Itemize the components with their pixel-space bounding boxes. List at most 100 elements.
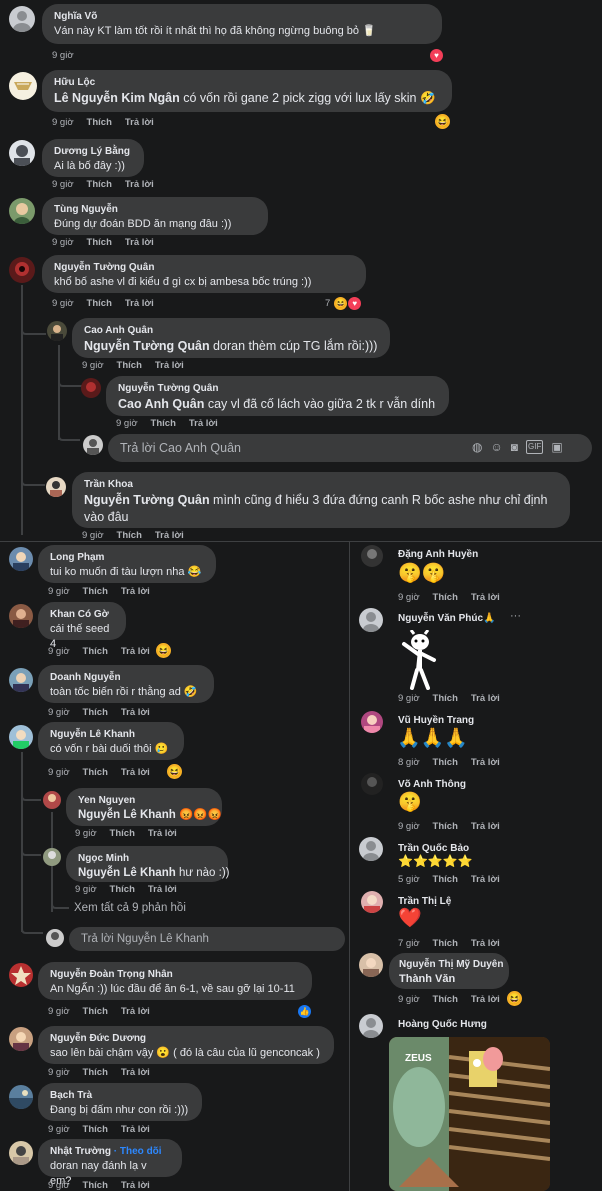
- avatar[interactable]: [9, 198, 35, 224]
- like-button[interactable]: Thích: [83, 1180, 108, 1191]
- haha-reaction-icon[interactable]: 😆: [167, 764, 182, 779]
- avatar-sticker-icon[interactable]: ◍: [472, 440, 482, 454]
- reply-button[interactable]: Trả lời: [121, 1180, 150, 1191]
- timestamp[interactable]: 9 giờ: [48, 1124, 70, 1135]
- commenter-name[interactable]: Bạch Trà: [50, 1089, 190, 1103]
- mention-tag[interactable]: Nguyễn Tường Quân: [84, 493, 210, 507]
- reply-button[interactable]: Trả lời: [148, 828, 177, 839]
- timestamp[interactable]: 9 giờ: [116, 418, 138, 429]
- like-button[interactable]: Thích: [151, 418, 176, 429]
- timestamp[interactable]: 9 giờ: [82, 360, 104, 371]
- like-button[interactable]: Thích: [433, 994, 458, 1005]
- reply-button[interactable]: Trả lời: [121, 586, 150, 597]
- like-button[interactable]: Thích: [87, 298, 112, 309]
- reply-button[interactable]: Trả lời: [155, 360, 184, 371]
- avatar[interactable]: [9, 257, 35, 283]
- avatar[interactable]: [359, 837, 383, 861]
- like-button[interactable]: Thích: [87, 179, 112, 190]
- commenter-name[interactable]: Nguyễn Thị Mỹ Duyên: [399, 958, 503, 972]
- mention-tag[interactable]: Nguyễn Tường Quân: [84, 339, 210, 353]
- timestamp[interactable]: 9 giờ: [398, 693, 420, 704]
- reply-button[interactable]: Trả lời: [121, 1124, 150, 1135]
- timestamp[interactable]: 9 giờ: [48, 1006, 70, 1017]
- reply-input[interactable]: Trả lời Nguyễn Lê Khanh: [69, 927, 345, 951]
- commenter-name[interactable]: Võ Anh Thông: [398, 778, 466, 792]
- commenter-name[interactable]: Nguyễn Tường Quân: [54, 261, 354, 275]
- meme-image[interactable]: ZEUS: [389, 1037, 550, 1191]
- like-button[interactable]: Thích: [87, 117, 112, 128]
- avatar[interactable]: [9, 140, 35, 166]
- avatar[interactable]: [81, 378, 101, 398]
- reply-button[interactable]: Trả lời: [155, 530, 184, 541]
- commenter-name[interactable]: Nguyễn Lê Khanh: [50, 728, 172, 742]
- like-reaction-icon[interactable]: 👍: [298, 1005, 311, 1018]
- commenter-name[interactable]: Hoàng Quốc Hưng: [398, 1018, 487, 1032]
- timestamp[interactable]: 9 giờ: [52, 237, 74, 248]
- reply-button[interactable]: Trả lời: [125, 298, 154, 309]
- view-more-replies-link[interactable]: Xem tất cả 9 phản hồi: [74, 902, 186, 914]
- timestamp[interactable]: 9 giờ: [52, 50, 74, 61]
- avatar[interactable]: [359, 953, 383, 977]
- avatar[interactable]: [361, 545, 383, 567]
- mention-tag[interactable]: Nguyễn Lê Khanh: [78, 809, 176, 821]
- avatar[interactable]: [361, 891, 383, 913]
- like-button[interactable]: Thích: [83, 707, 108, 718]
- reply-button[interactable]: Trả lời: [148, 884, 177, 895]
- reply-button[interactable]: Trả lời: [471, 821, 500, 832]
- avatar[interactable]: [361, 711, 383, 733]
- timestamp[interactable]: 9 giờ: [75, 884, 97, 895]
- avatar[interactable]: [9, 547, 33, 571]
- avatar[interactable]: [9, 963, 33, 987]
- reply-button[interactable]: Trả lời: [121, 767, 150, 778]
- timestamp[interactable]: 9 giờ: [398, 821, 420, 832]
- commenter-name[interactable]: Nguyễn Đoàn Trọng Nhân: [50, 968, 300, 982]
- avatar[interactable]: [9, 668, 33, 692]
- reply-button[interactable]: Trả lời: [471, 592, 500, 603]
- like-button[interactable]: Thích: [117, 360, 142, 371]
- like-button[interactable]: Thích: [117, 530, 142, 541]
- mention-tag[interactable]: Thành Văn: [399, 972, 499, 987]
- avatar[interactable]: [9, 1027, 33, 1051]
- haha-reaction-icon[interactable]: 😆: [435, 114, 450, 129]
- reply-button[interactable]: Trả lời: [125, 237, 154, 248]
- like-button[interactable]: Thích: [433, 757, 458, 768]
- like-button[interactable]: Thích: [110, 884, 135, 895]
- timestamp[interactable]: 9 giờ: [48, 767, 70, 778]
- like-button[interactable]: Thích: [433, 693, 458, 704]
- like-button[interactable]: Thích: [110, 828, 135, 839]
- avatar[interactable]: [47, 321, 67, 341]
- sticker-icon[interactable]: ▣: [551, 440, 562, 454]
- mention-tag[interactable]: Nguyễn Lê Khanh: [78, 867, 176, 879]
- more-options-icon[interactable]: ···: [510, 610, 521, 622]
- reply-button[interactable]: Trả lời: [121, 1006, 150, 1017]
- reply-button[interactable]: Trả lời: [471, 938, 500, 949]
- commenter-name[interactable]: Nguyễn Tường Quân: [118, 382, 437, 396]
- like-button[interactable]: Thích: [83, 767, 108, 778]
- timestamp[interactable]: 8 giờ: [398, 757, 420, 768]
- reply-button[interactable]: Trả lời: [121, 646, 150, 657]
- like-button[interactable]: Thích: [83, 1006, 108, 1017]
- commenter-name[interactable]: Hữu Lộc: [54, 76, 440, 90]
- emoji-icon[interactable]: ☺: [490, 440, 502, 454]
- timestamp[interactable]: 9 giờ: [52, 179, 74, 190]
- like-button[interactable]: Thích: [83, 586, 108, 597]
- avatar[interactable]: [9, 72, 37, 100]
- avatar[interactable]: [9, 1141, 33, 1165]
- commenter-name[interactable]: Cao Anh Quân: [84, 324, 378, 338]
- timestamp[interactable]: 9 giờ: [48, 586, 70, 597]
- commenter-name[interactable]: Nguyễn Văn Phúc🙏: [398, 612, 495, 626]
- commenter-name[interactable]: Long Phạm: [50, 551, 204, 565]
- timestamp[interactable]: 9 giờ: [82, 530, 104, 541]
- like-button[interactable]: Thích: [83, 1067, 108, 1078]
- avatar[interactable]: [9, 725, 33, 749]
- camera-icon[interactable]: ◙: [511, 440, 518, 454]
- commenter-name[interactable]: Dương Lý Bằng: [54, 145, 132, 159]
- commenter-name[interactable]: Trần Khoa: [84, 478, 558, 492]
- timestamp[interactable]: 9 giờ: [52, 298, 74, 309]
- heart-reaction-icon[interactable]: ♥: [430, 49, 443, 62]
- like-button[interactable]: Thích: [433, 874, 458, 885]
- commenter-name[interactable]: Ngọc Minh: [78, 852, 216, 866]
- avatar[interactable]: [359, 608, 383, 632]
- commenter-name[interactable]: Đặng Anh Huyền: [398, 548, 478, 562]
- reply-button[interactable]: Trả lời: [471, 693, 500, 704]
